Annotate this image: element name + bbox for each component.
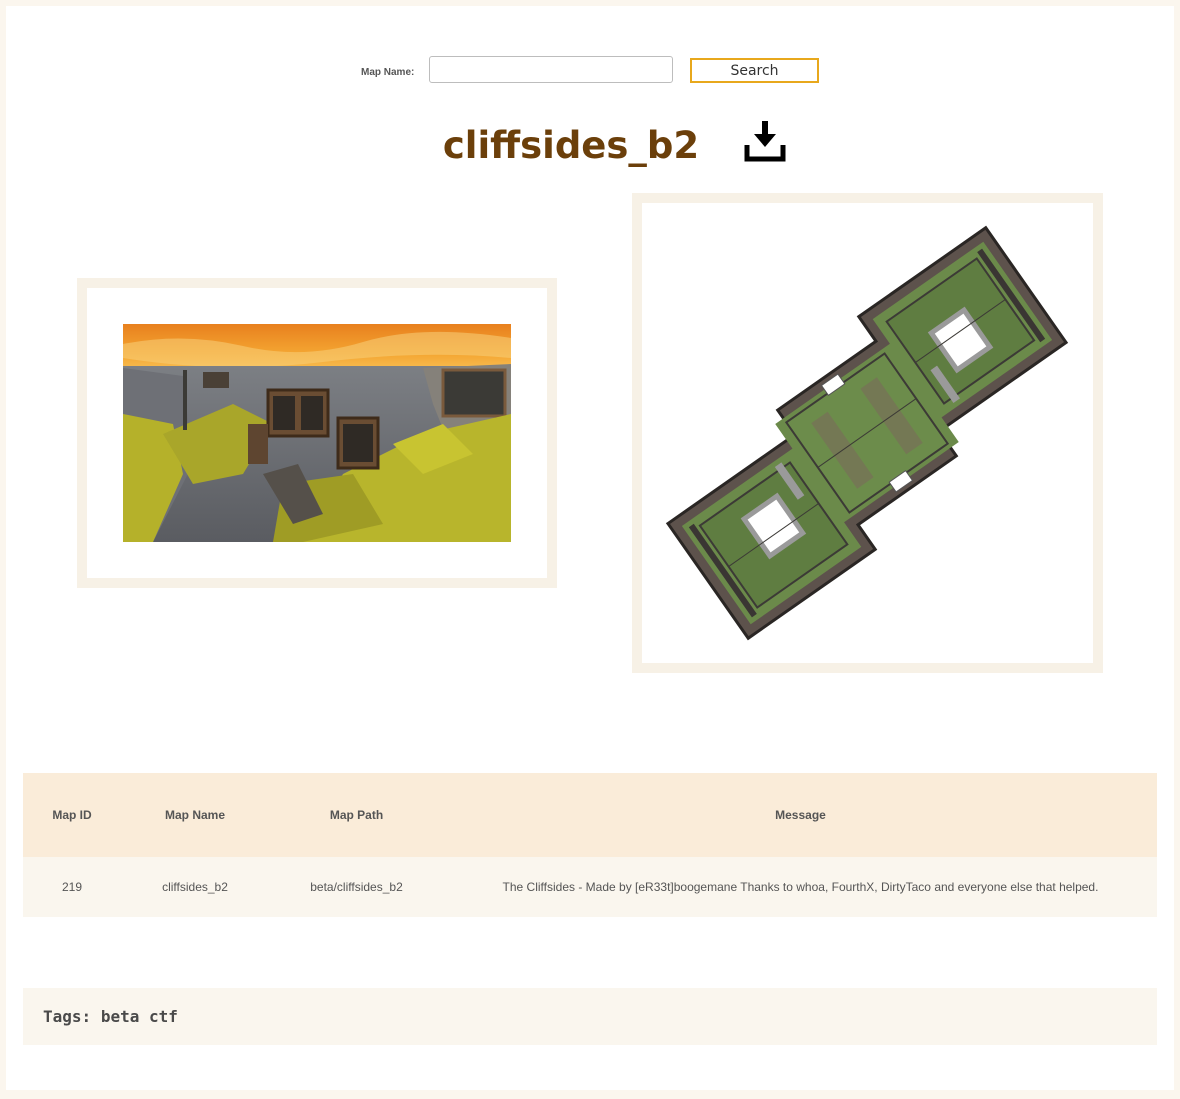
header-map-id: Map ID bbox=[23, 773, 121, 857]
search-button[interactable]: Search bbox=[690, 58, 819, 83]
screenshot-frame bbox=[77, 278, 557, 588]
search-label: Map Name: bbox=[361, 67, 415, 78]
map-screenshot bbox=[123, 324, 511, 542]
map-info-table: Map ID Map Name Map Path Message 219 cli… bbox=[23, 773, 1157, 917]
header-map-name: Map Name bbox=[121, 773, 269, 857]
cell-map-path: beta/cliffsides_b2 bbox=[269, 857, 444, 917]
tags-bar: Tags: beta ctf bbox=[23, 988, 1157, 1045]
page-container: Map Name: Search cliffsides_b2 Map ID Ma… bbox=[6, 6, 1174, 1090]
map-name-input[interactable] bbox=[429, 56, 673, 83]
tags-text: Tags: beta ctf bbox=[43, 1007, 178, 1026]
cell-map-name: cliffsides_b2 bbox=[121, 857, 269, 917]
download-icon[interactable] bbox=[744, 119, 786, 163]
header-map-path: Map Path bbox=[269, 773, 444, 857]
overview-frame bbox=[632, 193, 1103, 673]
header-message: Message bbox=[444, 773, 1157, 857]
map-overview bbox=[665, 225, 1069, 641]
map-title: cliffsides_b2 bbox=[442, 124, 700, 167]
table-row: 219 cliffsides_b2 beta/cliffsides_b2 The… bbox=[23, 857, 1157, 917]
table-header-row: Map ID Map Name Map Path Message bbox=[23, 773, 1157, 857]
search-form: Map Name: Search bbox=[6, 51, 1174, 85]
tags-prefix: Tags: bbox=[43, 1007, 92, 1026]
cell-map-id: 219 bbox=[23, 857, 121, 917]
tags-list: beta ctf bbox=[100, 1007, 178, 1026]
cell-message: The Cliffsides - Made by [eR33t]boogeman… bbox=[444, 857, 1157, 917]
